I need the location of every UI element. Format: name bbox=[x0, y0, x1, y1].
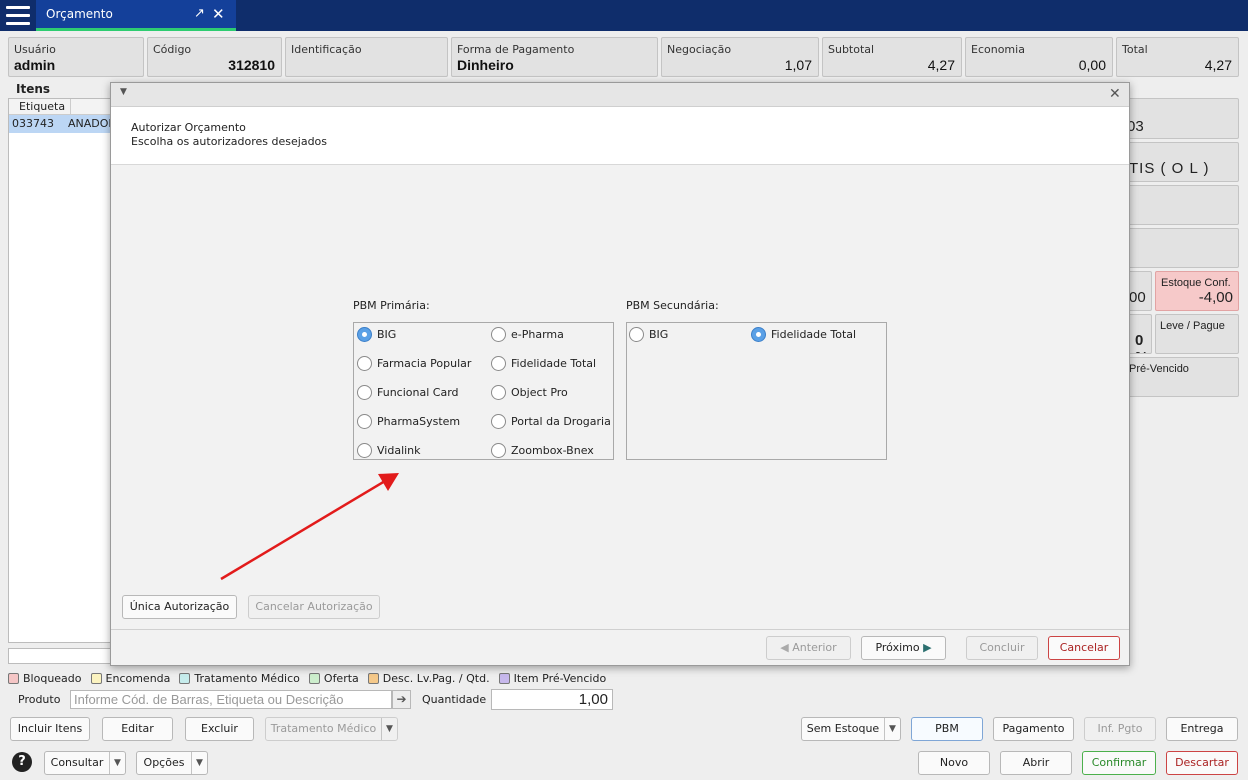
annotation-arrow bbox=[220, 473, 399, 581]
arrow-line bbox=[220, 479, 386, 581]
